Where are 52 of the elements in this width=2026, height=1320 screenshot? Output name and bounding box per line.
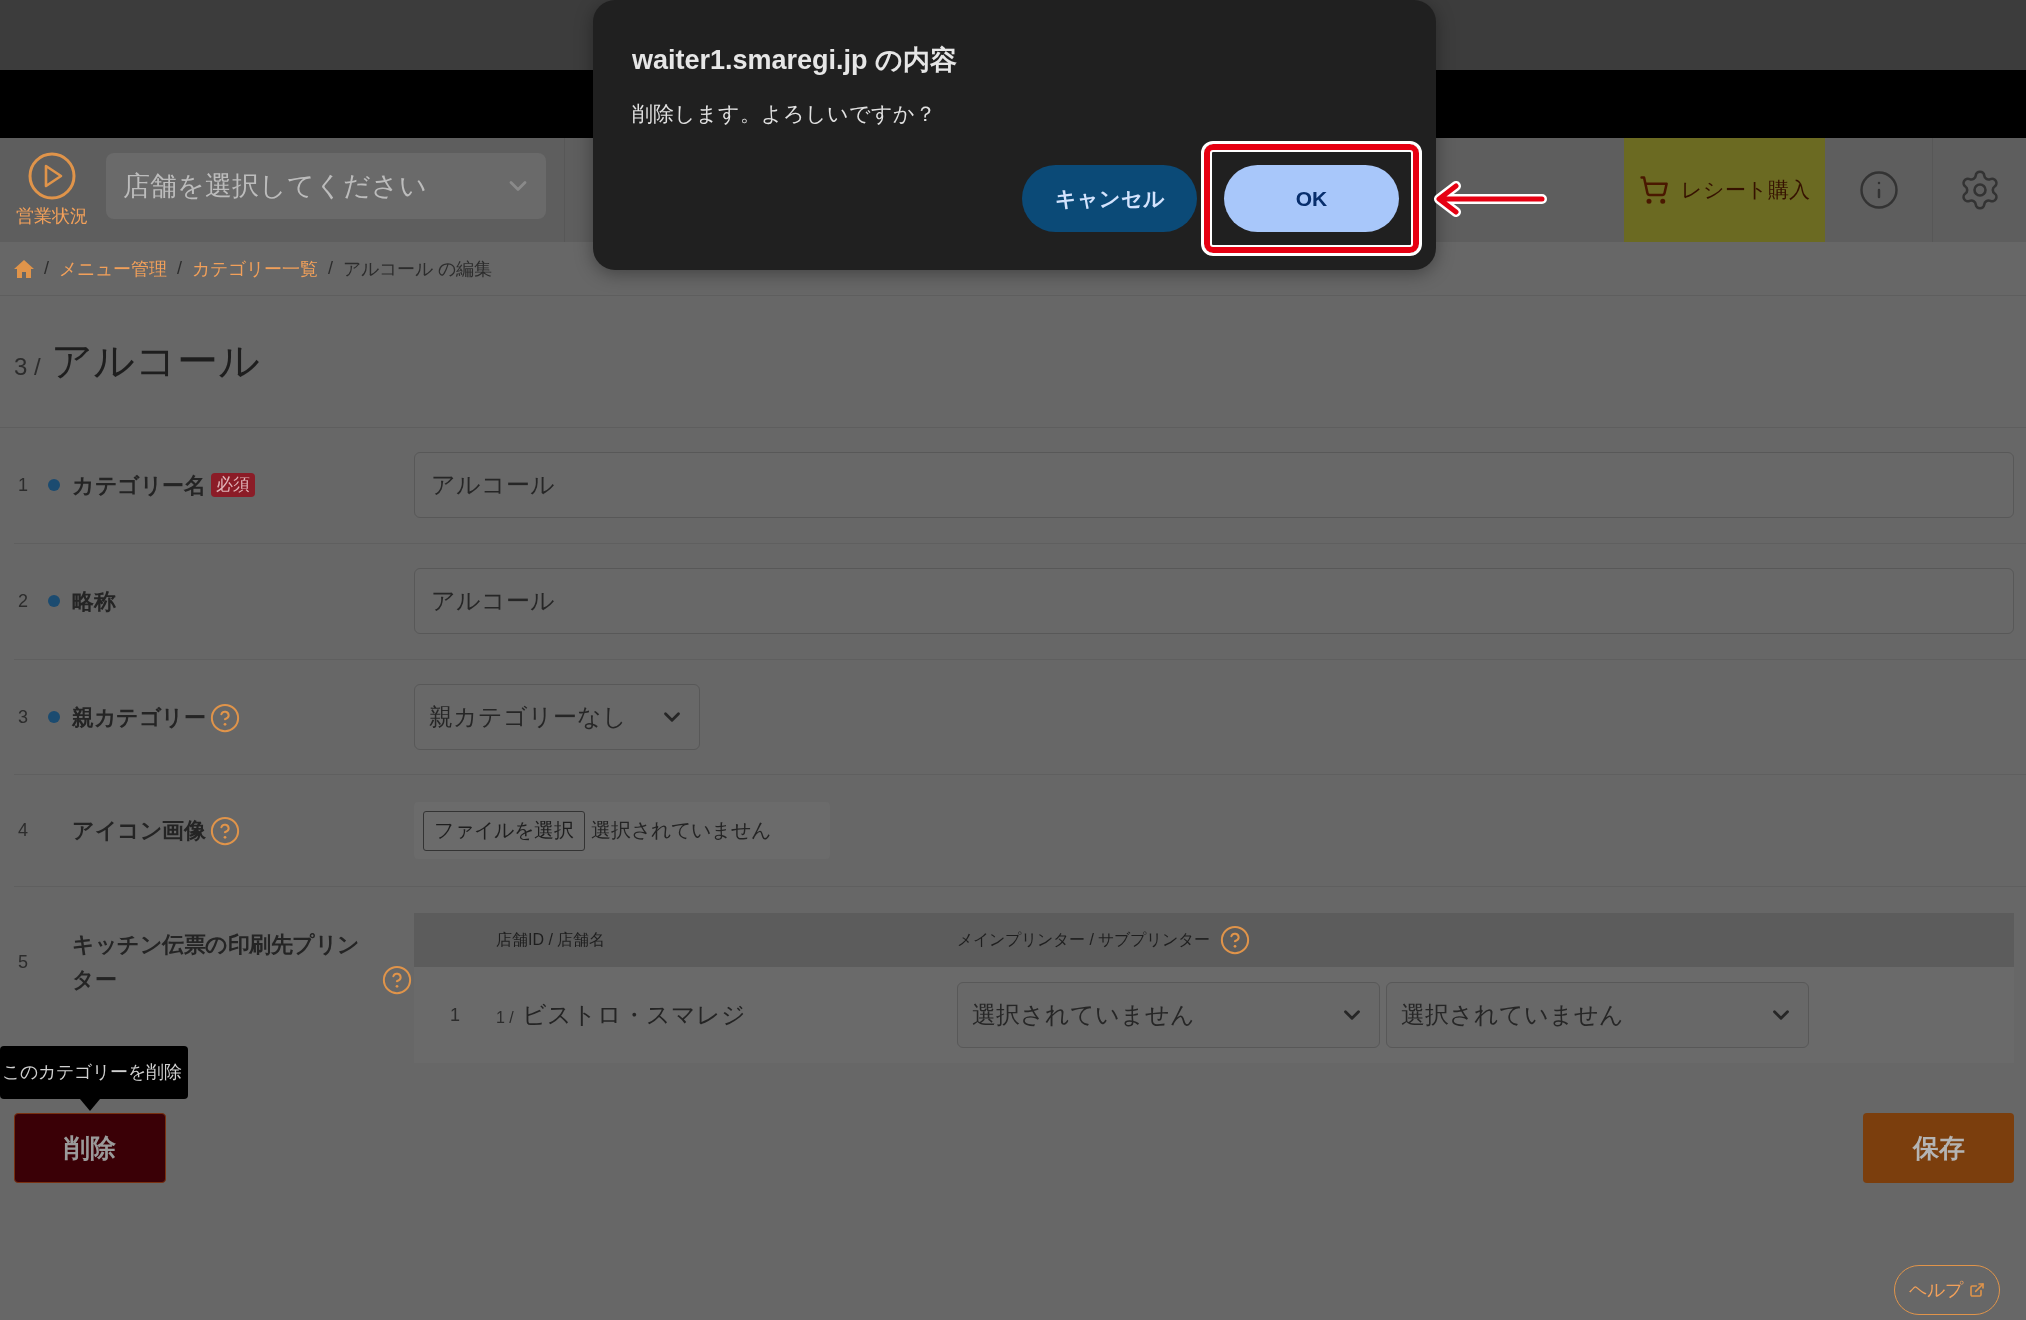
cancel-button[interactable]: キャンセル (1022, 165, 1197, 232)
text-input[interactable]: アルコール (414, 568, 2014, 634)
breadcrumb-separator: / (328, 258, 334, 279)
column-header: メインプリンター / サブプリンター (957, 929, 1211, 950)
save-button[interactable]: 保存 (1863, 1113, 2014, 1183)
field-label: 略称 (72, 587, 115, 616)
breadcrumb-current: アルコール の編集 (343, 257, 493, 281)
printer-select[interactable]: 選択されていません (1386, 982, 1809, 1048)
help-icon[interactable] (210, 702, 240, 733)
file-input-field[interactable]: ファイルを選択 選択されていません (414, 802, 830, 859)
required-badge: 必須 (211, 473, 255, 497)
info-icon[interactable] (1857, 169, 1900, 211)
text-input[interactable]: アルコール (414, 452, 2014, 518)
store-select[interactable]: 店舗を選択してください (106, 153, 546, 219)
page-title: アルコール (50, 337, 260, 386)
choose-file-button[interactable]: ファイルを選択 (423, 810, 585, 851)
file-status-text: 選択されていません (591, 818, 771, 843)
help-icon[interactable] (1220, 925, 1251, 955)
field-label: アイコン画像 (72, 817, 205, 845)
dialog-message: 削除します。よろしいですか？ (632, 101, 937, 127)
field-label: カテゴリー名 (72, 471, 205, 500)
row-number: 2 (17, 590, 29, 612)
help-link[interactable]: ヘルプ (1894, 1265, 2000, 1315)
row-number: 4 (17, 820, 29, 841)
row-number: 1 (17, 474, 29, 496)
tooltip: このカテゴリーを削除 (0, 1046, 188, 1111)
breadcrumb-separator: / (44, 258, 49, 279)
home-icon[interactable] (14, 259, 34, 278)
delete-button[interactable]: 削除 (14, 1113, 166, 1183)
breadcrumb-link[interactable]: カテゴリー一覧 (192, 256, 319, 281)
receipt-purchase-button[interactable]: レシート購入 (1624, 138, 1825, 242)
printer-select[interactable]: 選択されていません (957, 982, 1380, 1048)
play-icon (28, 152, 76, 200)
dialog-title: waiter1.smaregi.jp の内容 (632, 44, 959, 76)
store-id: 1 / (496, 1009, 514, 1027)
row-number: 3 (17, 706, 29, 728)
select-field[interactable]: 親カテゴリーなし (414, 684, 700, 750)
category-number: 3 / (14, 352, 41, 381)
status-nav-link[interactable]: 営業状況 (0, 138, 104, 242)
cart-icon (1639, 175, 1669, 205)
help-icon[interactable] (382, 965, 412, 995)
field-label: キッチン伝票の印刷先プリンター (72, 931, 361, 994)
store-name: ビストロ・スマレジ (521, 1000, 746, 1030)
column-header: 店舗ID / 店舗名 (496, 929, 606, 950)
field-label: 親カテゴリー (72, 703, 205, 732)
breadcrumb-link[interactable]: メニュー管理 (59, 256, 167, 281)
row-number: 5 (17, 951, 29, 973)
ok-button[interactable]: OK (1224, 165, 1399, 232)
row-number: 1 (450, 1004, 460, 1026)
breadcrumb-separator: / (177, 258, 183, 279)
external-link-icon (1969, 1282, 1985, 1298)
help-icon[interactable] (210, 816, 240, 846)
